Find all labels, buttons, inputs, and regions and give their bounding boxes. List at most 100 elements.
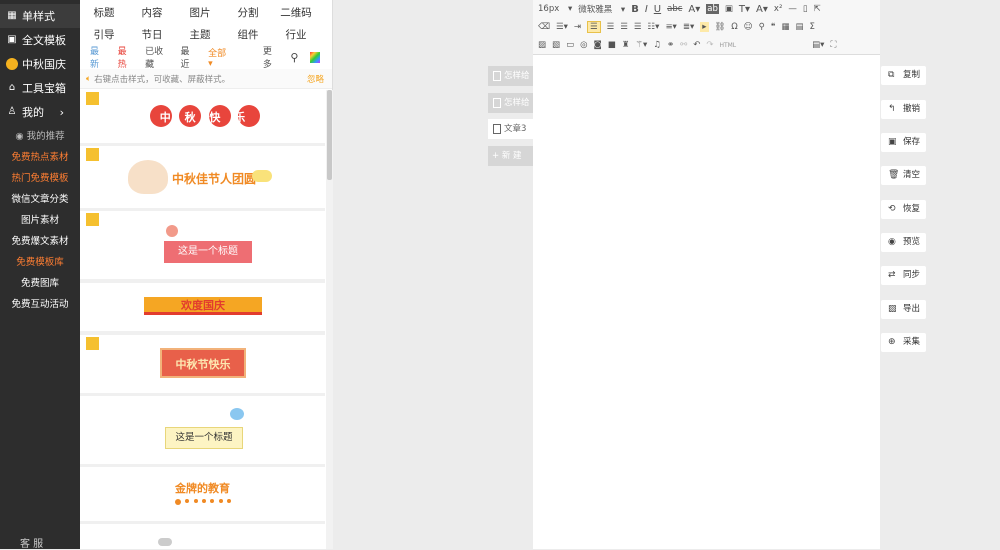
- category-industry[interactable]: 行业: [272, 27, 320, 42]
- italic-icon[interactable]: I: [645, 4, 648, 15]
- video-icon[interactable]: ▭: [566, 40, 574, 50]
- category-image[interactable]: 图片: [176, 5, 224, 20]
- search-replace-icon[interactable]: ⚲: [759, 22, 765, 32]
- style-card[interactable]: 这是一个标题: [80, 211, 325, 279]
- line-height-icon[interactable]: ☰▾: [556, 22, 568, 32]
- external-icon[interactable]: ⇱: [814, 4, 821, 14]
- sidebar-sub-interactive[interactable]: 免费互动活动: [0, 294, 80, 315]
- copy-button[interactable]: ⧉ 复制: [881, 66, 926, 85]
- sidebar-sub-template-library[interactable]: 免费模板库: [0, 252, 80, 273]
- sidebar-sub-article-category[interactable]: 微信文章分类: [0, 189, 80, 210]
- tip-ignore-button[interactable]: 忽略: [307, 73, 324, 85]
- category-theme[interactable]: 主题: [176, 27, 224, 42]
- font-family-select[interactable]: 微软雅黑 ▾: [578, 3, 625, 15]
- text-size-icon[interactable]: T▾: [739, 4, 750, 15]
- highlight-icon[interactable]: ab: [706, 4, 719, 14]
- align-right-icon[interactable]: ☰: [620, 22, 628, 32]
- sidebar-item-single-style[interactable]: ▦ 单样式: [0, 4, 80, 28]
- sidebar-sub-recommend[interactable]: ◉ 我的推荐: [0, 126, 80, 147]
- panel-scrollbar[interactable]: [326, 90, 333, 549]
- template-icon[interactable]: ▤▾: [812, 40, 824, 50]
- color-picker-icon[interactable]: [310, 51, 320, 63]
- category-title[interactable]: 标题: [80, 5, 128, 20]
- filter-more[interactable]: 更多: [263, 44, 279, 70]
- redo-icon[interactable]: ↷: [706, 40, 713, 50]
- music-icon[interactable]: ◎: [580, 40, 587, 50]
- camera-icon[interactable]: ◙: [594, 40, 602, 50]
- strikethrough-icon[interactable]: abc: [667, 4, 682, 14]
- preview-button[interactable]: ◉ 预览: [881, 233, 926, 252]
- doc-tab-1[interactable]: 怎样给: [488, 66, 533, 86]
- sidebar-sub-hot-material[interactable]: 免费热点素材: [0, 147, 80, 168]
- align-left-icon[interactable]: ☰: [587, 21, 601, 33]
- table-icon[interactable]: ▦: [781, 22, 789, 32]
- sidebar-item-festival[interactable]: 中秋国庆: [0, 52, 80, 76]
- doc-tab-3[interactable]: 文章3: [488, 119, 533, 139]
- category-divider[interactable]: 分割: [224, 5, 272, 20]
- style-card[interactable]: 中秋佳节人团圆: [80, 146, 325, 208]
- list-icon[interactable]: ☷▾: [648, 22, 660, 32]
- category-content[interactable]: 内容: [128, 5, 176, 20]
- sidebar-sub-viral-material[interactable]: 免费爆文素材: [0, 231, 80, 252]
- filter-all[interactable]: 全部 ▾: [208, 46, 251, 69]
- sync-button[interactable]: ⇄ 同步: [881, 266, 926, 285]
- omega-icon[interactable]: Ω: [731, 22, 738, 32]
- category-qrcode[interactable]: 二维码: [272, 5, 320, 20]
- letter-spacing-icon[interactable]: A▾: [756, 4, 768, 15]
- bold-icon[interactable]: B: [631, 4, 639, 15]
- sidebar-sub-image-material[interactable]: 图片素材: [0, 210, 80, 231]
- image-icon[interactable]: ▨: [538, 40, 546, 50]
- line-spacing-icon[interactable]: ≣▾: [683, 22, 694, 32]
- style-card[interactable]: 这是一个标题: [80, 396, 325, 464]
- align-center-icon[interactable]: ☰: [607, 22, 615, 32]
- style-card[interactable]: 欢度国庆: [80, 283, 325, 331]
- film-icon[interactable]: ■: [608, 40, 616, 50]
- scrollbar-thumb[interactable]: [327, 90, 332, 180]
- eraser-icon[interactable]: ⌫: [538, 22, 550, 32]
- filter-newest[interactable]: 最新: [90, 44, 106, 70]
- paragraph-spacing-icon[interactable]: ≡▾: [665, 22, 676, 32]
- clear-button[interactable]: 🗑︎ 清空: [881, 166, 926, 185]
- link-icon[interactable]: ⛓: [715, 22, 726, 32]
- clear-format-icon[interactable]: ▣: [725, 4, 733, 14]
- save-button[interactable]: ▣ 保存: [881, 133, 926, 152]
- sidebar-sub-hot-template[interactable]: 热门免费模板: [0, 168, 80, 189]
- style-card[interactable]: 中秋节快乐: [80, 335, 325, 393]
- magic-wand-icon[interactable]: ⚚▾: [635, 40, 647, 50]
- horizontal-rule-icon[interactable]: —: [788, 4, 797, 14]
- category-component[interactable]: 组件: [224, 27, 272, 42]
- style-card[interactable]: 金牌的教育: [80, 467, 325, 521]
- filter-favorited[interactable]: 已收藏: [145, 44, 168, 70]
- sidebar-item-mine[interactable]: ♙ 我的 ›: [0, 100, 80, 124]
- image-multi-icon[interactable]: ▧: [552, 40, 560, 50]
- editor-canvas[interactable]: [533, 56, 880, 549]
- style-card[interactable]: [80, 524, 325, 549]
- undo-icon[interactable]: ↶: [693, 40, 700, 50]
- style-card[interactable]: 中 秋 快 乐: [80, 90, 325, 143]
- underline-icon[interactable]: U: [654, 4, 661, 15]
- sidebar-item-full-template[interactable]: ▣ 全文模板: [0, 28, 80, 52]
- quote-icon[interactable]: ❝: [771, 22, 776, 32]
- unlink-icon[interactable]: ⚯: [680, 40, 687, 50]
- brush-icon[interactable]: ♜: [622, 40, 630, 50]
- sidebar-item-toolbox[interactable]: ⌂ 工具宝箱: [0, 76, 80, 100]
- html-button[interactable]: HTML: [719, 42, 736, 49]
- filter-hottest[interactable]: 最热: [118, 44, 134, 70]
- font-size-select[interactable]: 16px ▾: [538, 4, 572, 14]
- filter-recent[interactable]: 最近: [181, 44, 197, 70]
- indent-icon[interactable]: ⇥: [574, 22, 581, 32]
- superscript-icon[interactable]: x²: [774, 4, 782, 14]
- text-direction-icon[interactable]: ▸: [700, 22, 709, 32]
- emoji-icon[interactable]: ☺: [744, 22, 753, 32]
- audio-icon[interactable]: ♫: [653, 40, 661, 50]
- customer-service-link[interactable]: 客 服: [0, 535, 80, 550]
- collect-button[interactable]: ⊕ 采集: [881, 333, 926, 352]
- page-icon[interactable]: ▯: [803, 4, 808, 14]
- calculator-icon[interactable]: ▤: [796, 22, 804, 32]
- new-doc-button[interactable]: + 新 建: [488, 146, 533, 166]
- sidebar-sub-image-library[interactable]: 免费图库: [0, 273, 80, 294]
- align-justify-icon[interactable]: ☰: [634, 22, 642, 32]
- fullscreen-icon[interactable]: ⛶: [830, 40, 836, 50]
- doc-tab-2[interactable]: 怎样给: [488, 93, 533, 113]
- undo-button[interactable]: ↰ 撤销: [881, 100, 926, 119]
